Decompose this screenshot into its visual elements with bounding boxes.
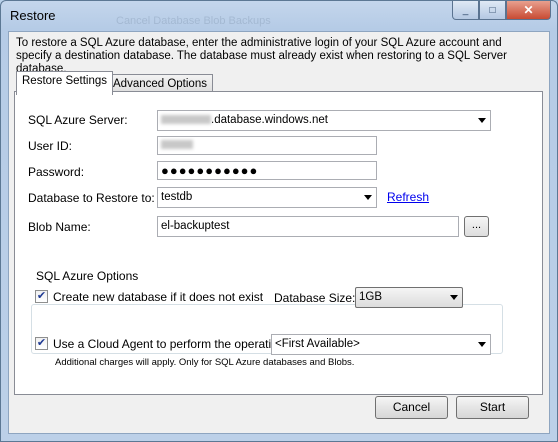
minimize-button[interactable]: _ bbox=[452, 1, 479, 20]
userid-field[interactable] bbox=[157, 136, 377, 155]
browse-button[interactable]: ... bbox=[464, 216, 489, 237]
restore-window: Restore Cancel Database Blob Backups _ □… bbox=[0, 0, 558, 442]
maximize-icon: □ bbox=[489, 4, 496, 16]
blob-field[interactable]: el-backuptest bbox=[157, 216, 459, 237]
userid-label: User ID: bbox=[28, 139, 73, 153]
start-button[interactable]: Start bbox=[456, 396, 529, 419]
chevron-down-icon[interactable] bbox=[478, 118, 486, 123]
blob-label: Blob Name: bbox=[28, 220, 91, 234]
db-size-combo[interactable]: 1GB bbox=[355, 287, 463, 308]
minimize-icon: _ bbox=[462, 4, 469, 16]
charges-note: Additional charges will apply. Only for … bbox=[55, 357, 355, 368]
tab-label: Restore Settings bbox=[22, 75, 108, 87]
close-button[interactable]: ✕ bbox=[506, 1, 551, 20]
tab-restore-settings[interactable]: Restore Settings bbox=[16, 71, 114, 95]
background-ghost-text: Cancel Database Blob Backups bbox=[116, 15, 271, 27]
close-icon: ✕ bbox=[523, 3, 534, 17]
db-size-value: 1GB bbox=[359, 291, 383, 303]
cloud-agent-label: Use a Cloud Agent to perform the operati… bbox=[53, 337, 288, 351]
cancel-button[interactable]: Cancel bbox=[375, 396, 448, 419]
tab-label: Advanced Options bbox=[113, 78, 207, 90]
title-bar[interactable]: Restore Cancel Database Blob Backups _ □… bbox=[1, 1, 557, 31]
server-label: SQL Azure Server: bbox=[28, 113, 128, 127]
database-combo[interactable]: testdb bbox=[157, 187, 377, 208]
database-value: testdb bbox=[161, 191, 193, 203]
maximize-button[interactable]: □ bbox=[479, 1, 506, 20]
password-label: Password: bbox=[28, 165, 85, 179]
checkmark-icon: ✔ bbox=[36, 337, 47, 349]
checkmark-icon: ✔ bbox=[36, 290, 47, 302]
window-title: Restore bbox=[10, 8, 56, 23]
cloud-agent-combo[interactable]: <First Available> bbox=[271, 334, 491, 355]
chevron-down-icon[interactable] bbox=[364, 195, 372, 200]
server-combo[interactable]: .database.windows.net bbox=[157, 110, 491, 131]
caption-buttons: _ □ ✕ bbox=[452, 1, 551, 21]
refresh-link[interactable]: Refresh bbox=[387, 190, 429, 204]
group-title: SQL Azure Options bbox=[33, 269, 142, 283]
server-value: .database.windows.net bbox=[211, 114, 328, 126]
dialog-client-area: To restore a SQL Azure database, enter t… bbox=[8, 31, 550, 434]
redacted-userid bbox=[161, 140, 193, 150]
redacted-server-prefix bbox=[161, 115, 211, 125]
restore-settings-panel: SQL Azure Server: .database.windows.net … bbox=[14, 91, 543, 395]
cloud-agent-checkbox[interactable]: ✔ bbox=[35, 337, 48, 350]
cloud-agent-value: <First Available> bbox=[275, 338, 360, 350]
chevron-down-icon[interactable] bbox=[478, 342, 486, 347]
database-label: Database to Restore to: bbox=[28, 191, 155, 205]
create-db-checkbox[interactable]: ✔ bbox=[35, 290, 48, 303]
create-db-label: Create new database if it does not exist bbox=[53, 290, 264, 304]
db-size-label: Database Size: bbox=[274, 291, 356, 305]
chevron-down-icon[interactable] bbox=[450, 295, 458, 300]
password-field[interactable]: ●●●●●●●●●●● bbox=[157, 161, 377, 180]
